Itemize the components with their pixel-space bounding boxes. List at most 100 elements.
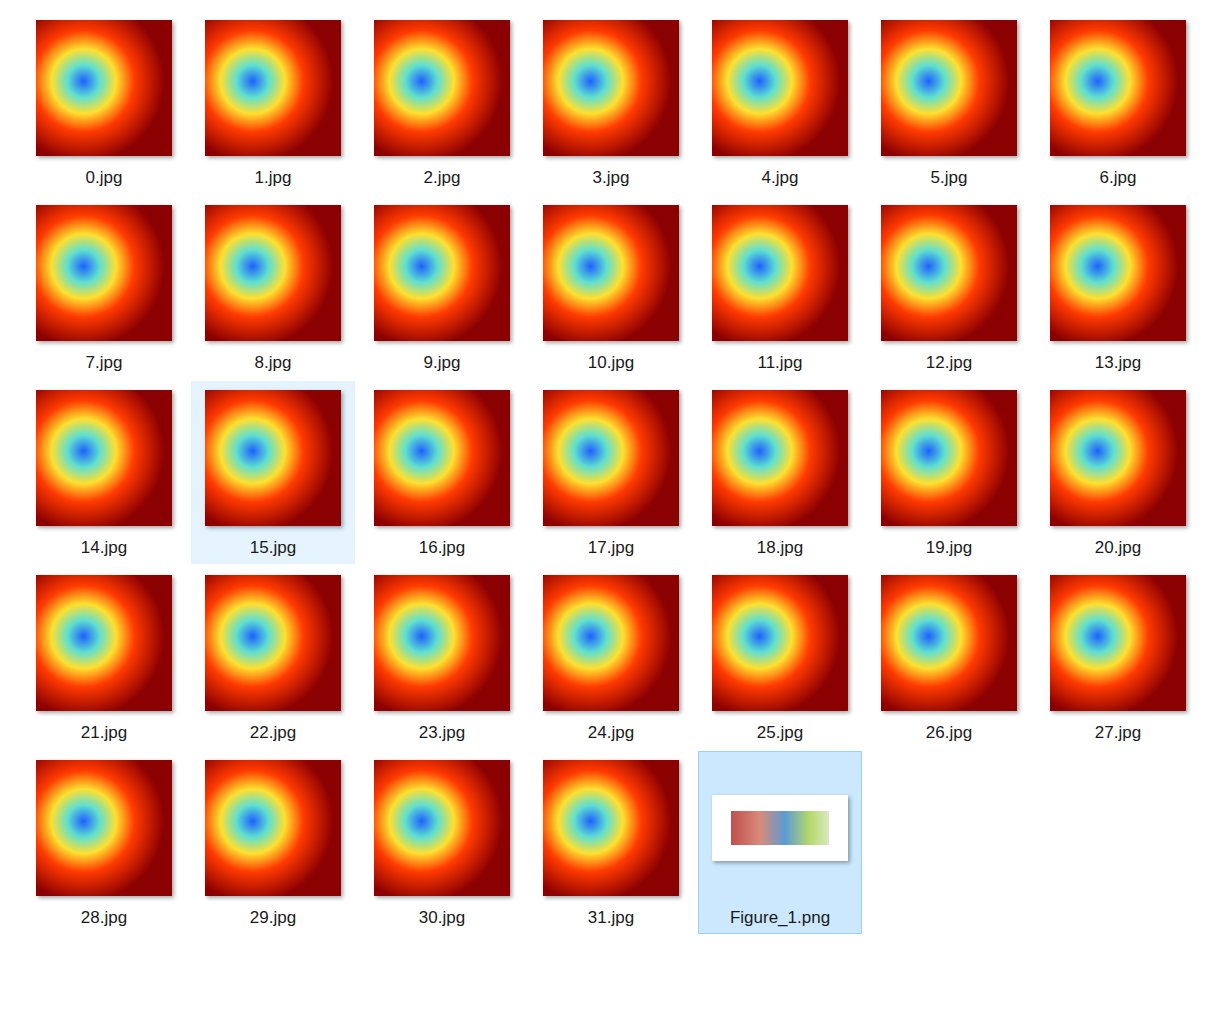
file-item[interactable]: 11.jpg [698,196,862,379]
thumbnail-frame [543,205,679,341]
thumbnail [205,205,341,341]
thumbnail [205,390,341,526]
thumbnail-frame [36,760,172,896]
file-item[interactable]: 31.jpg [529,751,693,934]
file-item[interactable]: 19.jpg [867,381,1031,564]
thumbnail-frame [374,20,510,156]
file-item[interactable]: 14.jpg [22,381,186,564]
file-item[interactable]: 27.jpg [1036,566,1200,749]
thumbnail-frame [712,20,848,156]
thumbnail-frame [36,390,172,526]
thumbnail-frame [205,760,341,896]
file-item[interactable]: 9.jpg [360,196,524,379]
thumbnail-frame [205,20,341,156]
thumbnail [36,205,172,341]
file-name: 1.jpg [255,167,292,189]
file-name: 14.jpg [81,537,127,559]
file-name: 22.jpg [250,722,296,744]
file-item[interactable]: 26.jpg [867,566,1031,749]
file-item[interactable]: 17.jpg [529,381,693,564]
file-item[interactable]: 28.jpg [22,751,186,934]
file-name: 9.jpg [424,352,461,374]
file-name: 7.jpg [86,352,123,374]
file-name: Figure_1.png [730,907,830,929]
thumbnail-frame [36,205,172,341]
thumbnail [543,20,679,156]
thumbnail-frame [374,205,510,341]
thumbnail [1050,205,1186,341]
file-name: 8.jpg [255,352,292,374]
file-name: 23.jpg [419,722,465,744]
thumbnail-frame [36,575,172,711]
file-item[interactable]: 6.jpg [1036,11,1200,194]
file-item[interactable]: 20.jpg [1036,381,1200,564]
thumbnail-frame [205,390,341,526]
file-item[interactable]: 18.jpg [698,381,862,564]
thumbnail-frame [712,205,848,341]
file-name: 29.jpg [250,907,296,929]
file-item[interactable]: 22.jpg [191,566,355,749]
thumbnail [712,205,848,341]
file-name: 24.jpg [588,722,634,744]
file-name: 10.jpg [588,352,634,374]
thumbnail [881,575,1017,711]
file-item[interactable]: 29.jpg [191,751,355,934]
file-name: 26.jpg [926,722,972,744]
thumbnail-frame [543,20,679,156]
thumbnail-frame [712,390,848,526]
thumbnail [1050,20,1186,156]
thumbnail-frame [205,575,341,711]
thumbnail [543,575,679,711]
file-item[interactable]: 7.jpg [22,196,186,379]
figure-preview [731,811,829,845]
file-item[interactable]: 4.jpg [698,11,862,194]
thumbnail [881,20,1017,156]
thumbnail [543,205,679,341]
file-item[interactable]: 23.jpg [360,566,524,749]
file-item[interactable]: 5.jpg [867,11,1031,194]
thumbnail-frame [881,390,1017,526]
file-name: 21.jpg [81,722,127,744]
thumbnail-frame [543,575,679,711]
file-name: 0.jpg [86,167,123,189]
thumbnail-frame [1050,20,1186,156]
thumbnail-frame [543,390,679,526]
thumbnail [36,575,172,711]
thumbnail-frame [543,760,679,896]
file-name: 3.jpg [593,167,630,189]
file-item[interactable]: 10.jpg [529,196,693,379]
thumbnail [36,20,172,156]
thumbnail [374,390,510,526]
thumbnail-frame [712,575,848,711]
thumbnail [712,795,848,861]
file-name: 18.jpg [757,537,803,559]
file-item[interactable]: 2.jpg [360,11,524,194]
file-item[interactable]: 21.jpg [22,566,186,749]
file-item[interactable]: 12.jpg [867,196,1031,379]
thumbnail [36,760,172,896]
file-name: 25.jpg [757,722,803,744]
thumbnail [1050,390,1186,526]
thumbnail [205,20,341,156]
file-name: 16.jpg [419,537,465,559]
thumbnail-frame [374,760,510,896]
file-item[interactable]: 15.jpg [191,381,355,564]
file-item[interactable]: 25.jpg [698,566,862,749]
file-item[interactable]: 24.jpg [529,566,693,749]
file-name: 19.jpg [926,537,972,559]
file-item[interactable]: Figure_1.png [698,751,862,934]
file-item[interactable]: 8.jpg [191,196,355,379]
file-item[interactable]: 16.jpg [360,381,524,564]
thumbnail-frame [205,205,341,341]
file-name: 12.jpg [926,352,972,374]
file-item[interactable]: 13.jpg [1036,196,1200,379]
file-name: 20.jpg [1095,537,1141,559]
thumbnail-frame [881,575,1017,711]
file-item[interactable]: 0.jpg [22,11,186,194]
file-name: 4.jpg [762,167,799,189]
file-item[interactable]: 1.jpg [191,11,355,194]
thumbnail [374,760,510,896]
thumbnail [374,20,510,156]
file-item[interactable]: 3.jpg [529,11,693,194]
file-item[interactable]: 30.jpg [360,751,524,934]
